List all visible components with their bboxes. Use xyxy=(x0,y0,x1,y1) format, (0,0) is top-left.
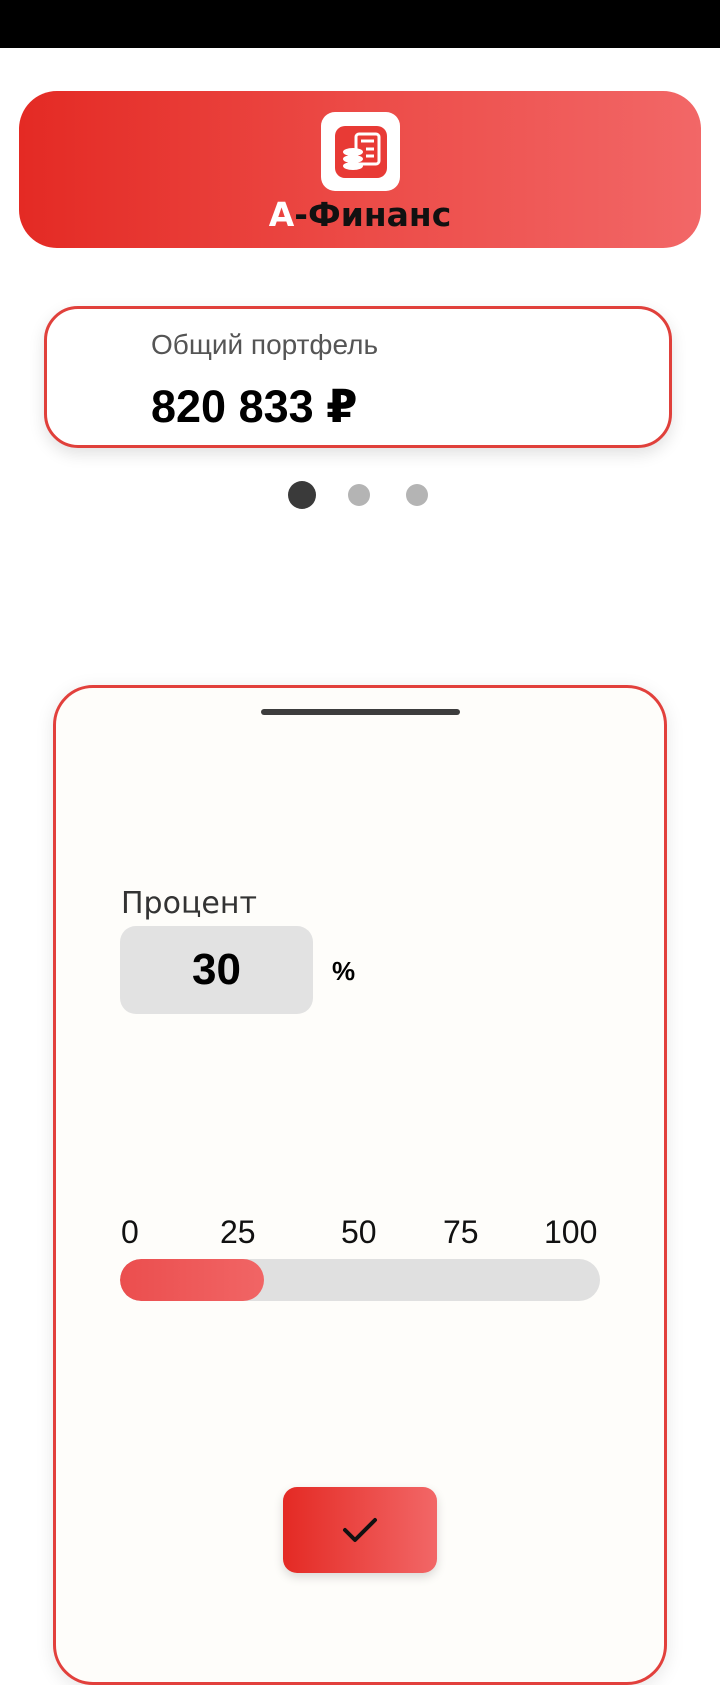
portfolio-label: Общий портфель xyxy=(151,329,379,360)
checkmark-icon xyxy=(343,1518,377,1542)
finance-coins-icon xyxy=(334,125,387,178)
percent-unit: % xyxy=(332,956,356,986)
percent-slider-fill xyxy=(120,1259,264,1301)
status-bar xyxy=(0,0,720,48)
portfolio-value: 820 833 ₽ xyxy=(151,381,358,432)
scale-label-100: 100 xyxy=(544,1214,598,1250)
scale-label-0: 0 xyxy=(121,1214,139,1250)
pager-dot-3[interactable] xyxy=(406,484,428,506)
scale-label-50: 50 xyxy=(341,1214,377,1250)
confirm-button[interactable] xyxy=(283,1487,437,1573)
percent-slider[interactable] xyxy=(120,1259,600,1301)
percent-input[interactable]: 30 xyxy=(120,926,313,1014)
pager-dot-2[interactable] xyxy=(348,484,370,506)
app-name: А-Финанс xyxy=(0,195,720,234)
scale-label-75: 75 xyxy=(443,1214,479,1250)
scale-label-25: 25 xyxy=(220,1214,256,1250)
sheet-drag-handle[interactable] xyxy=(261,709,460,715)
portfolio-card[interactable] xyxy=(44,306,672,448)
pager-dot-1[interactable] xyxy=(288,481,316,509)
app-name-accent: А xyxy=(268,195,295,234)
app-logo xyxy=(321,112,400,191)
percent-label: Процент xyxy=(121,886,257,921)
app-name-rest: -Финанс xyxy=(294,195,452,234)
